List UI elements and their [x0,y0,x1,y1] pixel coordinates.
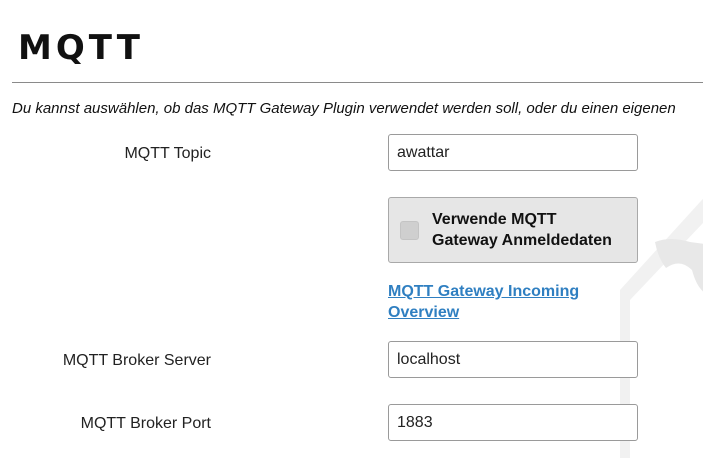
checkbox-square-icon[interactable] [400,220,419,240]
mqtt-settings-page: MQTT Du kannst auswählen, ob das MQTT Ga… [0,0,703,458]
link-line2[interactable]: Overview [388,302,608,323]
checkbox-label: Verwende MQTT Gateway Anmeldedaten [432,209,612,251]
link-line1[interactable]: MQTT Gateway Incoming [388,281,608,302]
checkbox-label-line1: Verwende MQTT [432,211,557,228]
mqtt-broker-server-label: MQTT Broker Server [62,352,211,369]
mqtt-broker-port-input[interactable] [388,404,638,441]
mqtt-broker-port-label: MQTT Broker Port [80,415,211,432]
mqtt-gateway-incoming-overview-link[interactable]: MQTT Gateway Incoming Overview [388,281,608,323]
intro-text: Du kannst auswählen, ob das MQTT Gateway… [12,100,676,117]
checkbox-label-line2: Gateway Anmeldedaten [432,232,612,249]
title-divider [12,82,703,83]
page-title: MQTT [18,28,144,68]
mqtt-topic-input[interactable] [388,134,638,171]
use-gateway-credentials-checkbox[interactable]: Verwende MQTT Gateway Anmeldedaten [388,197,638,263]
mqtt-topic-label: MQTT Topic [124,145,211,162]
mqtt-broker-server-input[interactable] [388,341,638,378]
